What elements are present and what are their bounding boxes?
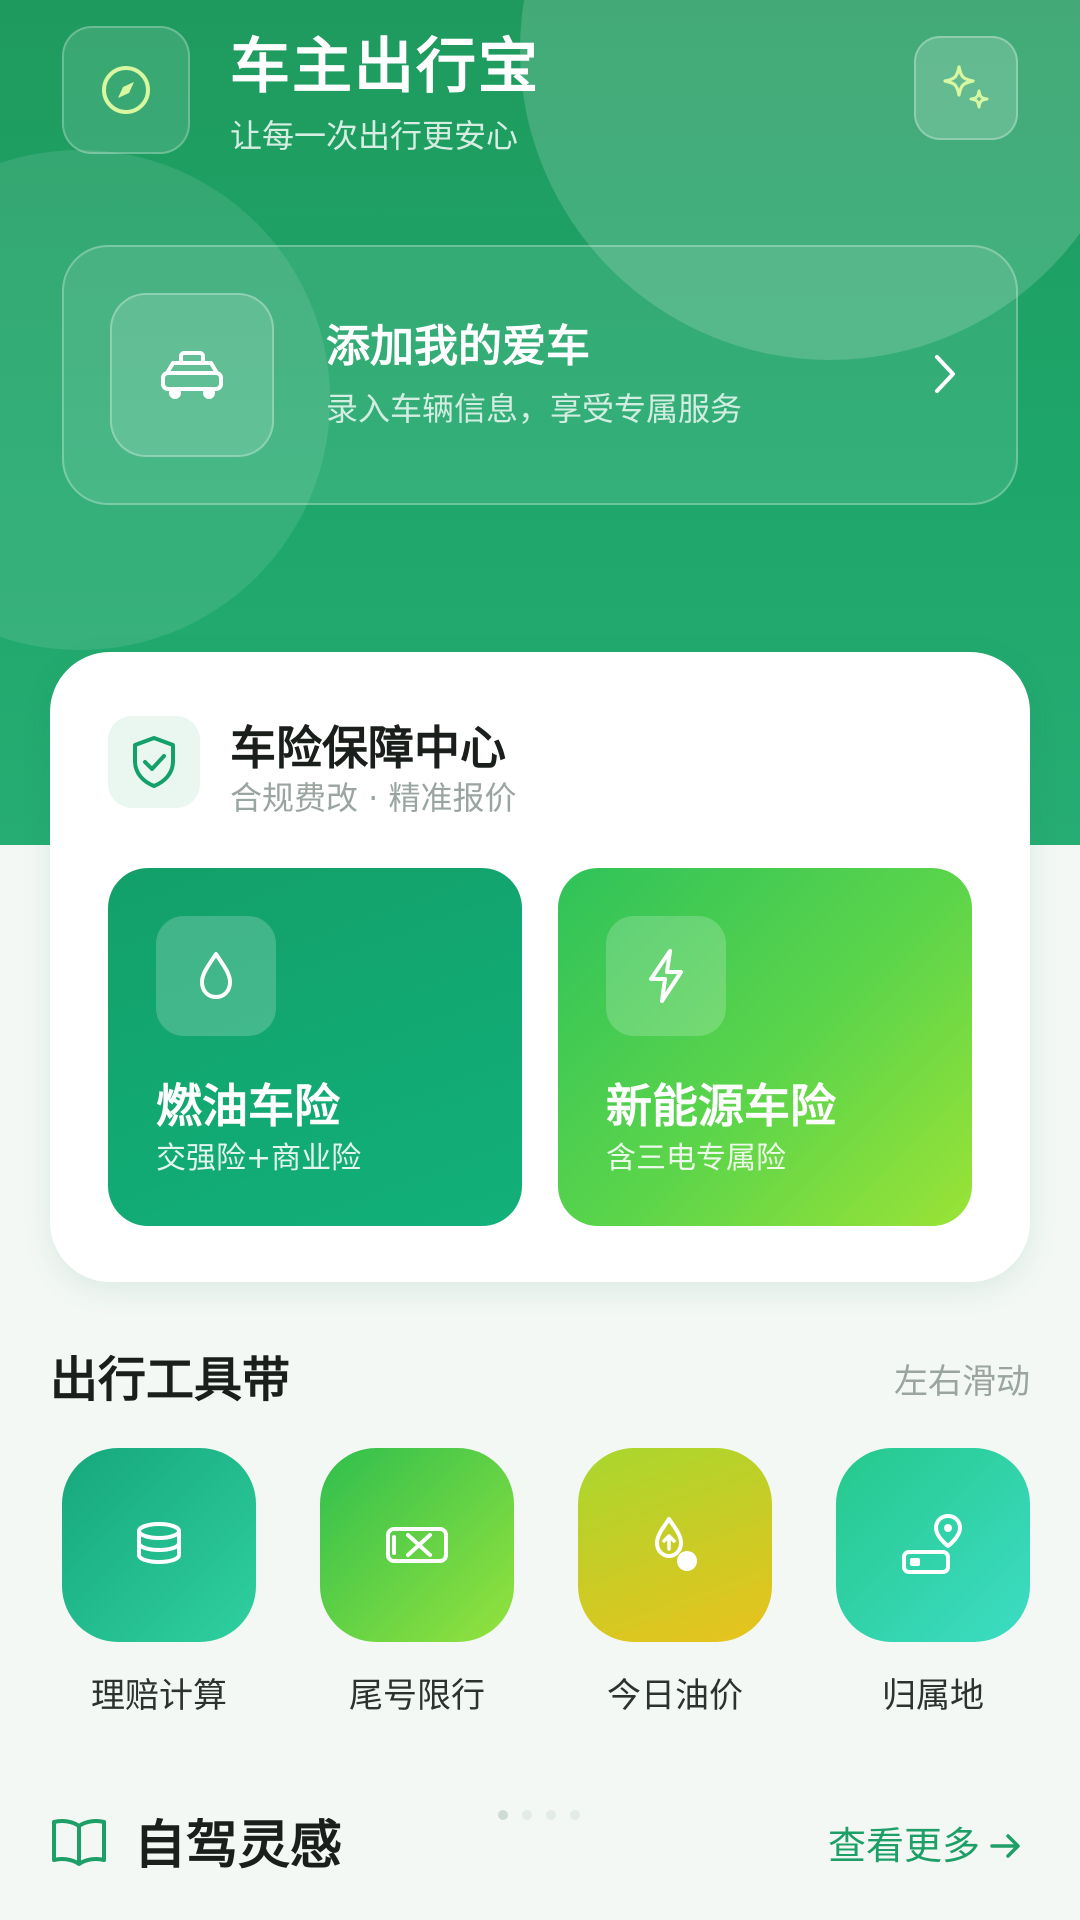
ev-insurance-tile[interactable]: 新能源车险 含三电专属险 <box>558 868 972 1226</box>
book-icon <box>52 1819 106 1866</box>
add-car-title: 添加我的爱车 <box>326 321 590 372</box>
app-title: 车主出行宝 <box>230 32 540 102</box>
tools-pager <box>498 1810 580 1820</box>
chevron-right-icon <box>935 355 955 393</box>
fuel-insurance-tile[interactable]: 燃油车险 交强险+商业险 <box>108 868 522 1226</box>
see-more-label: 查看更多 <box>828 1824 981 1868</box>
tile-icon-box <box>156 916 276 1036</box>
tool-label: 理赔计算 <box>91 1676 227 1716</box>
fuel-drop-icon <box>655 1517 697 1571</box>
insurance-title: 车险保障中心 <box>230 721 506 775</box>
shield-badge <box>108 716 200 808</box>
tool-plate-location[interactable]: 归属地 <box>836 1448 1030 1718</box>
plate-location-icon <box>902 1514 962 1574</box>
tool-icon-box <box>578 1448 772 1642</box>
tool-icon-box <box>320 1448 514 1642</box>
tool-label: 尾号限行 <box>349 1676 485 1716</box>
sparkles-button[interactable] <box>914 36 1018 140</box>
tools-swipe-hint: 左右滑动 <box>894 1362 1030 1402</box>
add-car-card[interactable]: 添加我的爱车 录入车辆信息，享受专属服务 <box>62 245 1018 505</box>
car-icon <box>161 351 223 399</box>
lightning-icon <box>649 949 683 1003</box>
insurance-center-card: 车险保障中心 合规费改 · 精准报价 燃油车险 交强险+商业险 新能源车险 含三… <box>50 652 1030 1282</box>
tool-label: 归属地 <box>882 1676 984 1716</box>
plate-ban-icon <box>386 1527 448 1563</box>
sparkles-icon <box>943 65 989 109</box>
see-more-link[interactable]: 查看更多 <box>828 1822 1024 1870</box>
pager-dot-active <box>498 1810 508 1820</box>
app-subtitle: 让每一次出行更安心 <box>230 117 519 155</box>
tool-icon-box <box>836 1448 1030 1642</box>
tool-label: 今日油价 <box>607 1676 743 1716</box>
add-car-subtitle: 录入车辆信息，享受专属服务 <box>326 390 743 428</box>
ev-insurance-subtitle: 含三电专属险 <box>606 1141 786 1176</box>
shield-check-icon <box>133 736 175 788</box>
arrow-right-icon <box>990 1834 1020 1858</box>
tool-icon-box <box>62 1448 256 1642</box>
tool-fuel-price[interactable]: 今日油价 <box>578 1448 772 1718</box>
tool-claim-calculator[interactable]: 理赔计算 <box>62 1448 256 1718</box>
tools-section-title: 出行工具带 <box>50 1352 291 1408</box>
compass-icon <box>102 66 150 114</box>
coin-stack-icon <box>137 1522 181 1565</box>
logo-badge <box>62 26 190 154</box>
insurance-subtitle: 合规费改 · 精准报价 <box>230 779 517 817</box>
tool-plate-restriction[interactable]: 尾号限行 <box>320 1448 514 1718</box>
inspiration-title: 自驾灵感 <box>134 1816 343 1876</box>
fuel-insurance-title: 燃油车险 <box>156 1079 340 1133</box>
pager-dot <box>522 1810 532 1820</box>
pager-dot <box>570 1810 580 1820</box>
fuel-insurance-subtitle: 交强险+商业险 <box>156 1141 362 1176</box>
pager-dot <box>546 1810 556 1820</box>
car-icon-box <box>110 293 274 457</box>
tile-icon-box <box>606 916 726 1036</box>
droplet-icon <box>200 952 232 999</box>
ev-insurance-title: 新能源车险 <box>606 1079 836 1133</box>
